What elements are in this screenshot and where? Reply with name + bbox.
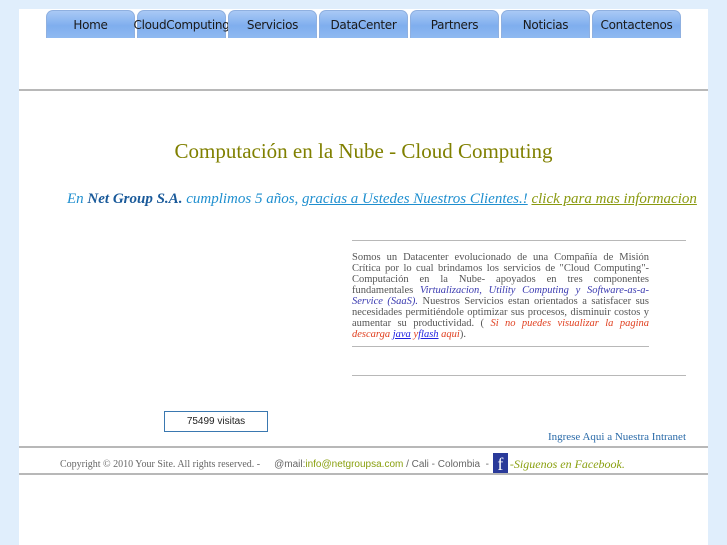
nav-partners[interactable]: Partners <box>410 10 499 38</box>
email-link[interactable]: info@netgroupsa.com <box>305 459 403 470</box>
nav-datacenter[interactable]: DataCenter <box>319 10 408 38</box>
divider <box>19 473 708 475</box>
facebook-link[interactable]: -Siguenos en Facebook. <box>510 457 625 472</box>
main-nav: Home CloudComputing Servicios DataCenter… <box>46 10 681 38</box>
divider <box>352 240 686 241</box>
promo-text: En <box>67 191 88 207</box>
mail-label: @mail: <box>274 458 306 470</box>
more-info-link[interactable]: click para mas informacion <box>531 191 696 207</box>
divider <box>19 89 708 91</box>
nav-home[interactable]: Home <box>46 10 135 38</box>
location: / Cali - Colombia - <box>403 458 489 470</box>
facebook-icon[interactable]: f <box>492 453 508 475</box>
thanks-link[interactable]: gracias a Ustedes Nuestros Clientes.! <box>302 191 528 207</box>
nav-contactenos[interactable]: Contactenos <box>592 10 681 38</box>
flash-link[interactable]: flash <box>418 329 438 340</box>
divider <box>352 375 686 376</box>
copyright: Copyright © 2010 Your Site. All rights r… <box>60 458 261 470</box>
visit-counter: 75499 visitas <box>164 411 268 432</box>
java-link[interactable]: java <box>393 329 411 340</box>
divider <box>19 446 708 448</box>
nav-noticias[interactable]: Noticias <box>501 10 590 38</box>
divider <box>352 346 649 347</box>
intranet-link[interactable]: Ingrese Aqui a Nuestra Intranet <box>548 431 686 443</box>
here-text: aqui <box>438 329 460 340</box>
nav-servicios[interactable]: Servicios <box>228 10 317 38</box>
anniversary-banner: En Net Group S.A. cumplimos 5 años, grac… <box>67 191 697 208</box>
and-text: y <box>410 329 419 340</box>
close-text: ). <box>459 329 466 340</box>
footer: Copyright © 2010 Your Site. All rights r… <box>60 453 625 475</box>
about-text: Somos un Datacenter evolucionado de una … <box>352 252 649 340</box>
company-name: Net Group S.A. <box>87 191 183 207</box>
page-title: Computación en la Nube - Cloud Computing <box>174 139 553 163</box>
page: Home CloudComputing Servicios DataCenter… <box>19 9 708 545</box>
promo-text: cumplimos 5 años, <box>182 191 303 207</box>
nav-cloudcomputing[interactable]: CloudComputing <box>134 10 230 38</box>
